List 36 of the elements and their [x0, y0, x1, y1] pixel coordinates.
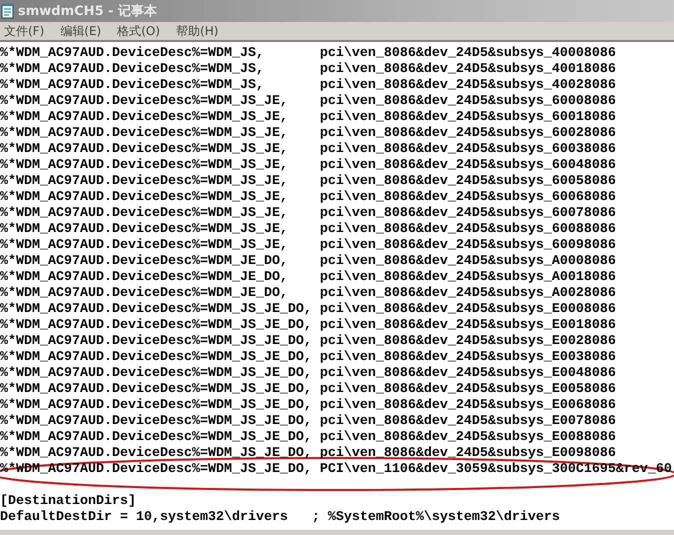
text-line: %*WDM_AC97AUD.DeviceDesc%=WDM_JS_JE_DO, pci\ven_8086&dev_24D5&subsys_E0078086 — [0, 414, 617, 430]
text-line: %*WDM_AC97AUD.DeviceDesc%=WDM_JS_JE, pci\ven_8086&dev_24D5&subsys_60008086 — [0, 94, 617, 110]
menu-item[interactable]: 文件(F) — [2, 22, 46, 40]
text-line: %*WDM_AC97AUD.DeviceDesc%=WDM_JS_JE, pci\ven_8086&dev_24D5&subsys_60088086 — [0, 222, 617, 238]
text-line: %*WDM_AC97AUD.DeviceDesc%=WDM_JS_JE, pci\ven_8086&dev_24D5&subsys_60028086 — [0, 126, 617, 142]
text-line: %*WDM_AC97AUD.DeviceDesc%=WDM_JS_JE, pci\ven_8086&dev_24D5&subsys_60018086 — [0, 110, 617, 126]
text-line: %*WDM_AC97AUD.DeviceDesc%=WDM_JS_JE, pci\ven_8086&dev_24D5&subsys_60038086 — [0, 142, 617, 158]
text-line: %*WDM_AC97AUD.DeviceDesc%=WDM_JS, pci\ven_8086&dev_24D5&subsys_40008086 — [0, 46, 617, 62]
menu-item[interactable]: 帮助(H) — [174, 22, 220, 40]
text-line: %*WDM_AC97AUD.DeviceDesc%=WDM_JS_JE_DO, PCI\ven_1106&dev_3059&subsys_300C1695&rev_60 — [0, 462, 673, 478]
text-line: [DestinationDirs] — [0, 494, 137, 510]
text-line: %*WDM_AC97AUD.DeviceDesc%=WDM_JS_JE, pci\ven_8086&dev_24D5&subsys_60068086 — [0, 190, 617, 206]
text-line: %*WDM_AC97AUD.DeviceDesc%=WDM_JS_JE, pci\ven_8086&dev_24D5&subsys_60048086 — [0, 158, 617, 174]
text-line: %*WDM_AC97AUD.DeviceDesc%=WDM_JS_JE, pci\ven_8086&dev_24D5&subsys_60078086 — [0, 206, 617, 222]
text-line: %*WDM_AC97AUD.DeviceDesc%=WDM_JE_DO, pci\ven_8086&dev_24D5&subsys_A0018086 — [0, 270, 617, 286]
text-line: %*WDM_AC97AUD.DeviceDesc%=WDM_JS_JE_DO, pci\ven_8086&dev_24D5&subsys_E0098086 — [0, 446, 617, 462]
window-title: smwdmCH5 - 记事本 — [18, 3, 158, 20]
text-line: %*WDM_AC97AUD.DeviceDesc%=WDM_JS_JE_DO, pci\ven_8086&dev_24D5&subsys_E0088086 — [0, 430, 617, 446]
text-line: %*WDM_AC97AUD.DeviceDesc%=WDM_JE_DO, pci\ven_8086&dev_24D5&subsys_A0008086 — [0, 254, 617, 270]
text-line: %*WDM_AC97AUD.DeviceDesc%=WDM_JS_JE_DO, pci\ven_8086&dev_24D5&subsys_E0028086 — [0, 334, 617, 350]
menu-item[interactable]: 格式(O) — [115, 22, 162, 40]
text-line: %*WDM_AC97AUD.DeviceDesc%=WDM_JS_JE, pci\ven_8086&dev_24D5&subsys_60098086 — [0, 238, 617, 254]
text-line: %*WDM_AC97AUD.DeviceDesc%=WDM_JE_DO, pci\ven_8086&dev_24D5&subsys_A0028086 — [0, 286, 617, 302]
text-line: %*WDM_AC97AUD.DeviceDesc%=WDM_JS, pci\ven_8086&dev_24D5&subsys_40018086 — [0, 62, 617, 78]
text-line: %*WDM_AC97AUD.DeviceDesc%=WDM_JS_JE_DO, pci\ven_8086&dev_24D5&subsys_E0038086 — [0, 350, 617, 366]
text-line: %*WDM_AC97AUD.DeviceDesc%=WDM_JS_JE_DO, pci\ven_8086&dev_24D5&subsys_E0008086 — [0, 302, 617, 318]
text-line: DefaultDestDir = 10,system32\drivers ; %SystemRoot%\system32\drivers — [0, 510, 561, 526]
text-line: %*WDM_AC97AUD.DeviceDesc%=WDM_JS_JE, pci\ven_8086&dev_24D5&subsys_60058086 — [0, 174, 617, 190]
text-line: %*WDM_AC97AUD.DeviceDesc%=WDM_JS_JE_DO, pci\ven_8086&dev_24D5&subsys_E0048086 — [0, 366, 617, 382]
text-area[interactable] — [0, 40, 674, 530]
menu-item[interactable]: 编辑(E) — [58, 22, 104, 40]
text-line: %*WDM_AC97AUD.DeviceDesc%=WDM_JS_JE_DO, pci\ven_8086&dev_24D5&subsys_E0058086 — [0, 382, 617, 398]
text-line: %*WDM_AC97AUD.DeviceDesc%=WDM_JS_JE_DO, pci\ven_8086&dev_24D5&subsys_E0068086 — [0, 398, 617, 414]
text-line: %*WDM_AC97AUD.DeviceDesc%=WDM_JS, pci\ven_8086&dev_24D5&subsys_40028086 — [0, 78, 617, 94]
text-line: %*WDM_AC97AUD.DeviceDesc%=WDM_JS_JE_DO, pci\ven_8086&dev_24D5&subsys_E0018086 — [0, 318, 617, 334]
notepad-icon — [1, 3, 15, 19]
